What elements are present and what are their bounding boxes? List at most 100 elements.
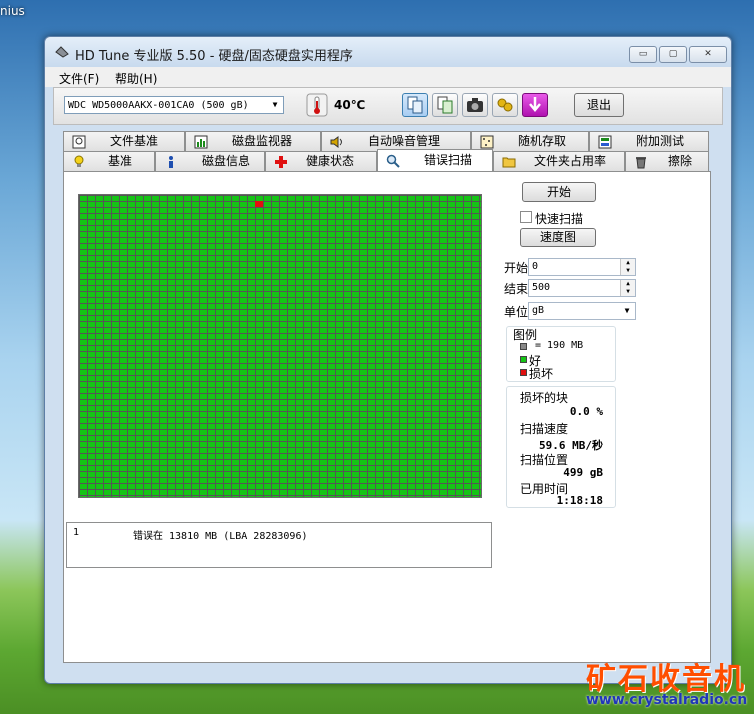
error-log-row[interactable]: 1 错误在 13810 MB (LBA 28283096) [67,523,491,542]
window-title: HD Tune 专业版 5.50 - 硬盘/固态硬盘实用程序 [75,49,353,64]
chevron-down-icon: ▼ [624,306,630,315]
info-icon [169,156,173,168]
start-position-value: 0 [532,261,539,272]
end-position-label: 结束 [504,282,529,296]
tab-random-access[interactable]: 随机存取 [471,131,589,151]
speed-map-button[interactable]: 速度图 [520,228,596,247]
tab-label: 基准 [108,154,133,168]
menu-help[interactable]: 帮助(H) [115,70,157,87]
close-button[interactable]: ✕ [689,46,727,63]
copy-all-icon [437,96,453,114]
damaged-blocks-label: 损坏的块 [520,391,569,405]
tab-erase[interactable]: 擦除 [625,151,709,171]
maximize-button[interactable]: ▢ [659,46,687,63]
damaged-blocks-value: 0.0 % [569,405,603,418]
tab-label: 文件夹占用率 [534,154,607,168]
copy-info-button[interactable] [402,93,428,117]
watermark-url: www.crystalradio.cn [586,692,748,708]
exit-button[interactable]: 退出 [574,93,624,117]
tab-label: 擦除 [668,154,693,168]
block-size-text: = 190 MB [535,340,584,351]
legend-title: 图例 [513,328,538,342]
tab-label: 磁盘信息 [202,154,251,168]
trash-icon [636,157,646,169]
save-button[interactable] [522,93,548,117]
scan-position-label: 扫描位置 [520,453,569,467]
tab-label: 错误扫描 [424,153,473,167]
health-cross-icon [275,156,287,168]
speaker-icon [330,136,342,148]
unit-select[interactable]: gB ▼ [528,302,636,320]
tab-label: 磁盘监视器 [232,134,293,148]
thermometer-icon [306,93,328,117]
options-button[interactable] [492,93,518,117]
stats-group: 损坏的块 0.0 % 扫描速度 59.6 MB/秒 扫描位置 499 gB 已用… [506,386,616,508]
unit-label: 单位 [504,305,529,319]
bad-block [255,201,263,207]
bad-swatch [520,369,527,376]
tab-row-2: 基准 磁盘信息 健康状态 错误扫描 文件夹占用率 擦除 [63,149,713,171]
unit-select-value: gB [532,305,545,316]
screenshot-button[interactable] [462,93,488,117]
error-log-index: 1 [73,527,80,538]
scan-block-map [78,194,482,498]
drive-select-value: WDC WD5000AAKX-001CA0 (500 gB) [68,100,249,111]
copy-icon [407,96,423,114]
error-scan-panel: 开始 快速扫描 速度图 开始 0 ▲ ▼ 结束 500 ▲ ▼ 单位 gB ▼ 图例… [63,171,711,663]
tab-health[interactable]: 健康状态 [265,151,377,171]
tab-label: 健康状态 [306,154,355,168]
title-bar[interactable]: HD Tune 专业版 5.50 - 硬盘/固态硬盘实用程序 ▭ ▢ ✕ [45,37,731,67]
error-log-list[interactable]: 1 错误在 13810 MB (LBA 28283096) [66,522,492,568]
copy-all-button[interactable] [432,93,458,117]
tab-disk-monitor[interactable]: 磁盘监视器 [185,131,321,151]
start-position-input[interactable]: 0 ▲ ▼ [528,258,636,276]
app-icon [55,46,69,58]
folder-icon [502,157,516,168]
chevron-down-icon: ▼ [272,100,278,109]
spinner-arrows-icon[interactable]: ▲ ▼ [620,280,635,296]
magnifier-icon [386,154,400,168]
menu-file[interactable]: 文件(F) [59,70,99,87]
download-arrow-icon [529,97,541,112]
drive-select[interactable]: WDC WD5000AAKX-001CA0 (500 gB) ▼ [64,96,284,114]
minimize-button[interactable]: ▭ [629,46,657,63]
tab-extra-tests[interactable]: 附加测试 [589,131,709,151]
extra-tests-icon [598,135,612,149]
tab-disk-info[interactable]: 磁盘信息 [155,151,265,171]
tab-label: 文件基准 [110,134,159,148]
end-position-value: 500 [532,282,551,293]
random-access-icon [480,135,494,149]
tab-benchmark[interactable]: 基准 [63,151,155,171]
quick-scan-checkbox[interactable] [520,211,532,223]
good-swatch [520,356,527,363]
elapsed-time-value: 1:18:18 [556,494,603,507]
lightbulb-icon [74,155,84,167]
quick-scan-label: 快速扫描 [535,212,584,226]
error-log-message: 错误在 13810 MB (LBA 28283096) [133,531,308,542]
file-benchmark-icon [72,135,86,149]
legend-group: 图例 = 190 MB 好 损坏 [506,326,616,382]
tab-label: 附加测试 [636,134,685,148]
toolbar: WDC WD5000AAKX-001CA0 (500 gB) ▼ 40℃ 退出 [53,87,723,125]
camera-icon [467,98,483,112]
tab-error-scan[interactable]: 错误扫描 [377,149,493,171]
desktop-label: nius [0,4,25,18]
block-size-swatch [520,343,527,350]
scan-speed-label: 扫描速度 [520,422,569,436]
bar-chart-icon [194,135,208,149]
legend-bad-label: 损坏 [529,367,554,381]
scan-position-value: 499 gB [563,466,603,479]
wrench-icon [497,98,513,112]
start-scan-button[interactable]: 开始 [522,182,596,202]
temperature-readout: 40℃ [334,98,366,112]
tab-aam[interactable]: 自动噪音管理 [321,131,471,151]
hdtune-window: HD Tune 专业版 5.50 - 硬盘/固态硬盘实用程序 ▭ ▢ ✕ 文件(… [44,36,732,684]
menu-bar: 文件(F) 帮助(H) [45,67,731,87]
end-position-input[interactable]: 500 ▲ ▼ [528,279,636,297]
tab-label: 随机存取 [518,134,567,148]
tab-folder-usage[interactable]: 文件夹占用率 [493,151,625,171]
tab-file-benchmark[interactable]: 文件基准 [63,131,185,151]
spinner-arrows-icon[interactable]: ▲ ▼ [620,259,635,275]
tab-row-1: 文件基准 磁盘监视器 自动噪音管理 随机存取 附加测试 [63,131,713,151]
start-position-label: 开始 [504,261,529,275]
